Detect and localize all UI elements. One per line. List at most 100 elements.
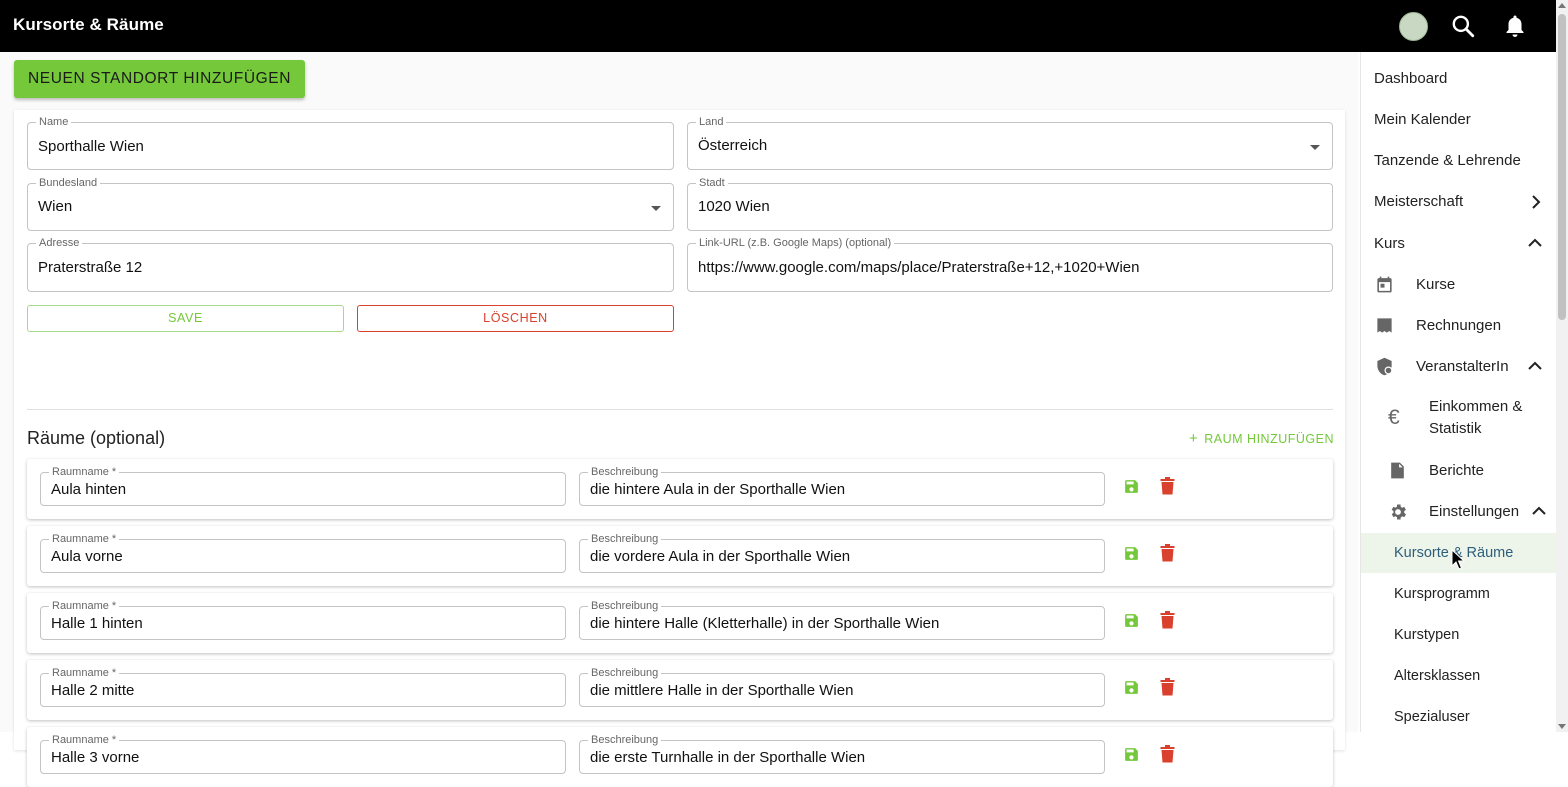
sidebar-item-kurse[interactable]: Kurse <box>1361 265 1556 303</box>
save-room-icon[interactable] <box>1123 746 1140 763</box>
sidebar-item-berichte[interactable]: Berichte <box>1361 451 1556 489</box>
room-name-value: Halle 3 vorne <box>51 749 140 766</box>
state-value: Wien <box>38 198 73 215</box>
mouse-cursor-icon <box>1451 549 1465 570</box>
euro-icon: € <box>1388 406 1400 429</box>
room-name-field[interactable]: Raumname * Aula hinten <box>40 465 566 506</box>
scrollbar[interactable] <box>1556 0 1568 732</box>
gear-icon <box>1391 504 1406 520</box>
city-value: 1020 Wien <box>698 198 770 215</box>
chevron-up-icon <box>1528 361 1542 370</box>
room-name-field[interactable]: Raumname * Aula vorne <box>40 532 566 573</box>
sidebar-item-einkommen-statistik[interactable]: € Einkommen & Statistik <box>1361 390 1556 446</box>
link-url-label: Link-URL (z.B. Google Maps) (optional) <box>696 236 895 250</box>
sidebar-item-altersklassen[interactable]: Altersklassen <box>1361 657 1556 695</box>
room-name-value: Halle 2 mitte <box>51 682 135 699</box>
sidebar-item-veranstalterin[interactable]: VeranstalterIn <box>1361 347 1556 385</box>
user-avatar[interactable] <box>1399 12 1428 41</box>
add-room-button[interactable]: + RAUM HINZUFÜGEN <box>1189 430 1334 447</box>
sidebar-item-einstellungen[interactable]: Einstellungen <box>1361 492 1556 530</box>
delete-room-icon[interactable] <box>1160 544 1175 562</box>
country-label: Land <box>696 115 727 129</box>
delete-room-icon[interactable] <box>1160 477 1175 495</box>
city-label: Stadt <box>696 176 728 190</box>
address-field[interactable]: Adresse Praterstraße 12 <box>27 236 674 292</box>
calendar-icon <box>1377 276 1392 293</box>
name-value: Sporthalle Wien <box>38 138 144 155</box>
dropdown-arrow-icon <box>651 206 661 211</box>
room-row: Raumname * Halle 1 hinten Beschreibung die… <box>27 593 1333 653</box>
room-name-label: Raumname * <box>49 599 120 613</box>
divider <box>27 409 1333 410</box>
link-url-field[interactable]: Link-URL (z.B. Google Maps) (optional) h… <box>687 236 1333 292</box>
dropdown-arrow-icon <box>1310 145 1320 150</box>
room-description-label: Beschreibung <box>588 599 662 613</box>
sidebar-item-spezialuser[interactable]: Spezialuser <box>1361 698 1556 736</box>
sidebar-item-kursprogramm[interactable]: Kursprogramm <box>1361 575 1556 613</box>
room-name-label: Raumname * <box>49 733 120 747</box>
sidebar-item-kurs[interactable]: Kurs <box>1361 224 1556 262</box>
room-description-label: Beschreibung <box>588 733 662 747</box>
room-description-field[interactable]: Beschreibung die mittlere Halle in der Sp… <box>579 666 1105 707</box>
bell-icon[interactable] <box>1501 12 1529 40</box>
state-select[interactable]: Bundesland Wien <box>27 176 674 231</box>
room-description-label: Beschreibung <box>588 666 662 680</box>
room-name-field[interactable]: Raumname * Halle 3 vorne <box>40 733 566 774</box>
chevron-up-icon <box>1532 506 1546 515</box>
shield-icon <box>1377 357 1393 376</box>
chevron-up-icon <box>1528 238 1542 247</box>
country-select[interactable]: Land Österreich <box>687 115 1333 170</box>
country-value: Österreich <box>698 137 768 154</box>
name-field[interactable]: Name Sporthalle Wien <box>27 115 674 170</box>
delete-room-icon[interactable] <box>1160 611 1175 629</box>
sidebar-item-meisterschaft[interactable]: Meisterschaft <box>1361 183 1556 221</box>
room-name-value: Halle 1 hinten <box>51 615 143 632</box>
receipt-icon <box>1377 318 1392 333</box>
search-icon[interactable] <box>1449 12 1477 40</box>
chevron-right-icon <box>1532 195 1541 209</box>
room-description-value: die hintere Halle (Kletterhalle) in der … <box>590 615 940 632</box>
page-title: Kursorte & Räume <box>13 15 164 34</box>
sidebar-item-mein-kalender[interactable]: Mein Kalender <box>1361 101 1556 139</box>
main-content: NEUEN STANDORT HINZUFÜGEN Name Sporthall… <box>0 52 1358 787</box>
save-room-icon[interactable] <box>1123 478 1140 495</box>
sidebar-item-kurstypen[interactable]: Kurstypen <box>1361 616 1556 654</box>
scroll-up-arrow-icon[interactable] <box>1558 3 1566 8</box>
room-description-field[interactable]: Beschreibung die vordere Aula in der Spor… <box>579 532 1105 573</box>
add-location-button[interactable]: NEUEN STANDORT HINZUFÜGEN <box>14 60 305 98</box>
app-bar: Kursorte & Räume <box>0 0 1568 52</box>
sidebar-item-tanzende-lehrende[interactable]: Tanzende & Lehrende <box>1361 142 1556 180</box>
room-name-label: Raumname * <box>49 532 120 546</box>
delete-room-icon[interactable] <box>1160 678 1175 696</box>
room-description-value: die mittlere Halle in der Sporthalle Wie… <box>590 682 854 699</box>
link-url-value: https://www.google.com/maps/place/Prater… <box>698 259 1140 276</box>
save-room-icon[interactable] <box>1123 679 1140 696</box>
room-description-value: die erste Turnhalle in der Sporthalle Wi… <box>590 749 866 766</box>
room-description-field[interactable]: Beschreibung die hintere Aula in der Spor… <box>579 465 1105 506</box>
room-description-field[interactable]: Beschreibung die erste Turnhalle in der S… <box>579 733 1105 774</box>
room-row: Raumname * Halle 3 vorne Beschreibung die … <box>27 727 1333 787</box>
save-room-icon[interactable] <box>1123 545 1140 562</box>
sidebar-item-dashboard[interactable]: Dashboard <box>1361 60 1556 98</box>
save-room-icon[interactable] <box>1123 612 1140 629</box>
room-name-field[interactable]: Raumname * Halle 1 hinten <box>40 599 566 640</box>
plus-icon: + <box>1189 430 1199 447</box>
room-name-label: Raumname * <box>49 666 120 680</box>
add-room-label: RAUM HINZUFÜGEN <box>1204 432 1334 446</box>
room-row: Raumname * Halle 2 mitte Beschreibung die … <box>27 660 1333 720</box>
save-button[interactable]: SAVE <box>27 305 344 332</box>
scrollbar-thumb[interactable] <box>1558 14 1566 320</box>
room-description-value: die vordere Aula in der Sporthalle Wien <box>590 548 851 565</box>
room-row: Raumname * Aula hinten Beschreibung die hi… <box>27 459 1333 519</box>
room-name-value: Aula hinten <box>51 481 127 498</box>
city-field[interactable]: Stadt 1020 Wien <box>687 176 1333 231</box>
delete-room-icon[interactable] <box>1160 745 1175 763</box>
sidebar-item-rechnungen[interactable]: Rechnungen <box>1361 306 1556 344</box>
report-icon <box>1391 462 1404 479</box>
address-label: Adresse <box>36 236 83 250</box>
sidebar-nav: Dashboard Mein Kalender Tanzende & Lehre… <box>1360 52 1556 732</box>
room-name-field[interactable]: Raumname * Halle 2 mitte <box>40 666 566 707</box>
room-description-field[interactable]: Beschreibung die hintere Halle (Kletterha… <box>579 599 1105 640</box>
delete-button[interactable]: LÖSCHEN <box>357 305 674 332</box>
scroll-down-arrow-icon[interactable] <box>1558 724 1566 729</box>
